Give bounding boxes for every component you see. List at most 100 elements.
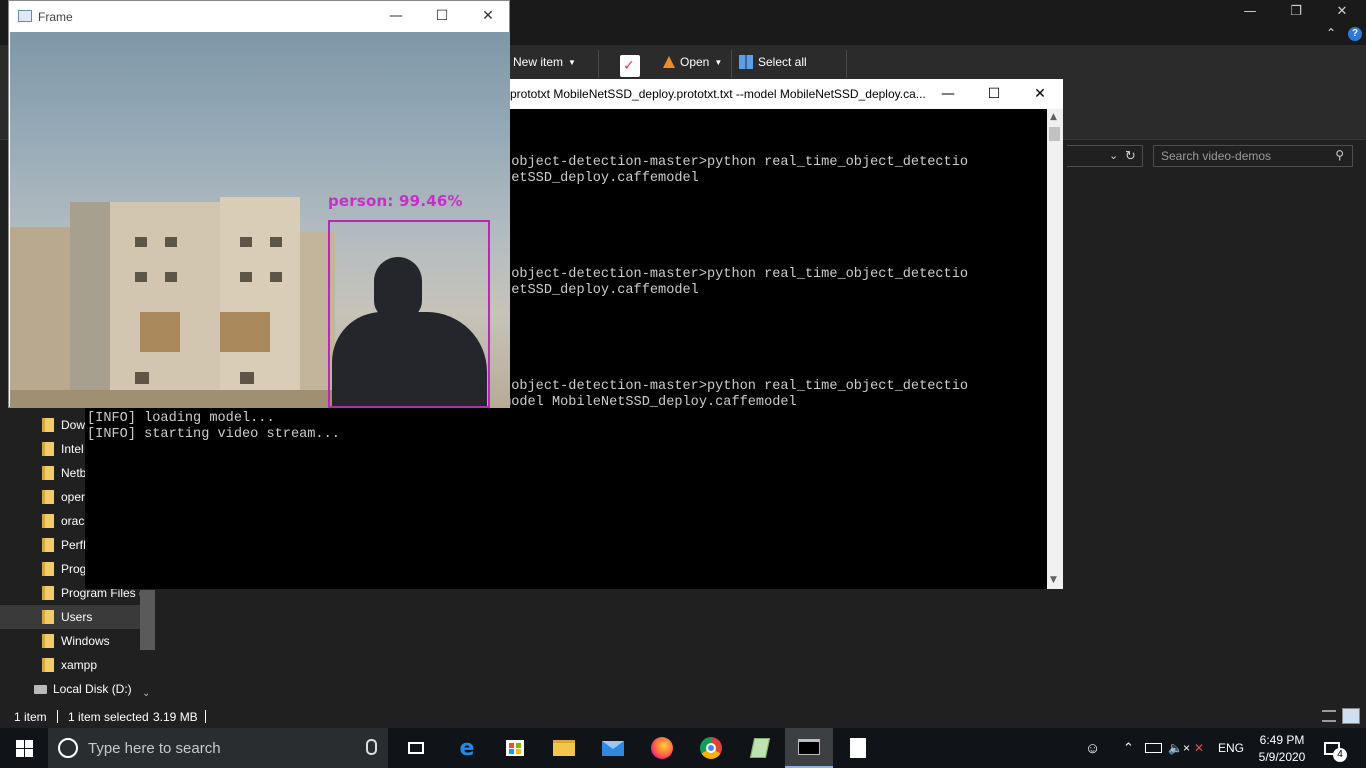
nav-item[interactable]: Local Disk (D:) [0, 677, 140, 701]
window [240, 272, 252, 282]
console-title: prototxt MobileNetSSD_deploy.prototxt.tx… [510, 87, 926, 101]
microphone-icon[interactable] [366, 739, 377, 755]
window [135, 237, 147, 247]
collapse-ribbon-icon[interactable]: ⌃ [1326, 26, 1336, 40]
folder-icon [42, 418, 54, 432]
new-item-button[interactable]: New item ▼ [513, 51, 576, 73]
nav-item[interactable]: xampp [0, 653, 140, 677]
people-icon[interactable]: ☺ [1085, 728, 1100, 768]
window [240, 372, 254, 384]
notepadpp-icon[interactable] [736, 728, 784, 768]
status-divider [205, 710, 206, 723]
nav-item[interactable]: Users [0, 605, 140, 629]
nav-item-label: Local Disk (D:) [53, 682, 132, 696]
explorer-restore-button[interactable]: ❐ [1273, 0, 1319, 23]
console-maximize-button[interactable]: ☐ [971, 79, 1017, 109]
scroll-up-icon[interactable]: ▲ [1050, 112, 1057, 122]
selection-size: 3.19 MB [153, 710, 198, 724]
document-icon[interactable] [834, 728, 882, 768]
details-view-icon[interactable] [1322, 710, 1336, 722]
open-button[interactable]: Open ▼ [663, 51, 722, 73]
nav-item-label: Dow [61, 418, 86, 432]
task-view-icon[interactable] [392, 728, 440, 768]
search-input[interactable]: Search video-demos ⚲ [1153, 145, 1353, 167]
folder-icon [42, 490, 54, 504]
chevron-down-icon[interactable]: ⌄ [1109, 149, 1118, 162]
folder-icon [42, 634, 54, 648]
building [70, 202, 110, 408]
ribbon-divider [598, 50, 599, 78]
frame-window[interactable]: Frame — ☐ ✕ person: 99.46% [8, 0, 510, 408]
video-stream: person: 99.46% [10, 32, 510, 408]
frame-minimize-button[interactable]: — [373, 1, 419, 31]
console-scrollbar[interactable]: ▲ ▼ [1047, 109, 1063, 589]
status-divider [57, 710, 58, 723]
address-bar[interactable]: ⌄ ↻ [1067, 145, 1143, 167]
folder-icon [42, 610, 54, 624]
battery-icon[interactable] [1145, 728, 1162, 768]
clock-time: 6:49 PM [1259, 732, 1305, 747]
building [220, 197, 300, 408]
input-language[interactable]: ENG [1218, 728, 1244, 768]
balcony [140, 312, 180, 352]
select-all-label: Select all [758, 55, 807, 69]
window-app-icon [18, 10, 32, 22]
window [240, 237, 252, 247]
nav-item-label: Users [61, 610, 93, 624]
scroll-down-icon[interactable]: ⌄ [142, 688, 150, 699]
status-bar: 1 item 1 item selected 3.19 MB [0, 705, 1366, 728]
nav-item-label: Intel [61, 442, 84, 456]
clock-date: 5/9/2020 [1258, 749, 1306, 764]
ribbon-divider [731, 50, 732, 78]
edge-icon[interactable]: e [443, 728, 491, 768]
console-scrollbar-thumb[interactable] [1049, 127, 1060, 141]
window [270, 272, 282, 282]
console-line: [INFO] starting video stream... [87, 427, 340, 442]
folder-icon [42, 658, 54, 672]
chevron-down-icon: ▼ [714, 57, 723, 67]
console-line: [INFO] loading model... [87, 411, 275, 426]
folder-icon [42, 442, 54, 456]
notification-badge: 4 [1333, 748, 1347, 762]
windows-logo-icon [15, 739, 33, 757]
explorer-close-button[interactable]: ✕ [1319, 0, 1365, 23]
explorer-minimize-button[interactable]: — [1227, 0, 1273, 23]
show-hidden-icons-icon[interactable]: ⌃ [1123, 728, 1134, 768]
frame-close-button[interactable]: ✕ [465, 1, 511, 31]
window [165, 237, 177, 247]
nav-item-label: xampp [61, 658, 98, 672]
item-count: 1 item [14, 710, 47, 724]
large-icons-view-icon[interactable] [1342, 708, 1360, 724]
volume-muted-icon[interactable]: 🔈× [1168, 728, 1190, 768]
console-close-button[interactable]: ✕ [1017, 79, 1063, 109]
command-prompt-icon[interactable] [785, 728, 833, 768]
action-center-icon[interactable]: 4 [1324, 728, 1347, 768]
firefox-icon[interactable] [638, 728, 686, 768]
balcony [220, 312, 270, 352]
properties-icon[interactable]: ✓ [620, 55, 640, 77]
chrome-icon[interactable] [687, 728, 735, 768]
nav-item[interactable]: Windows [0, 629, 140, 653]
detection-label: person: 99.46% [328, 192, 463, 210]
console-minimize-button[interactable]: — [925, 79, 971, 109]
taskbar-search-input[interactable]: Type here to search [48, 728, 388, 768]
mail-icon[interactable] [589, 728, 637, 768]
frame-maximize-button[interactable]: ☐ [419, 1, 465, 31]
nav-item-label: oracl [61, 514, 88, 528]
nav-scrollbar-thumb[interactable] [140, 590, 155, 650]
building [110, 202, 220, 408]
refresh-icon[interactable]: ↻ [1125, 148, 1136, 164]
scroll-down-icon[interactable]: ▼ [1050, 575, 1057, 585]
store-icon[interactable] [491, 728, 539, 768]
frame-title: Frame [38, 10, 73, 24]
network-disconnected-icon[interactable]: ✕ [1194, 728, 1204, 768]
help-icon[interactable]: ? [1348, 27, 1362, 41]
frame-titlebar[interactable]: Frame — ☐ ✕ [9, 1, 509, 31]
select-all-button[interactable]: Select all [739, 51, 807, 73]
start-button[interactable] [0, 728, 48, 768]
file-explorer-icon[interactable] [540, 728, 588, 768]
nav-item-label: Netb [61, 466, 87, 480]
select-all-icon [739, 55, 753, 69]
clock[interactable]: 6:49 PM 5/9/2020 [1252, 728, 1312, 768]
language-label: ENG [1218, 741, 1245, 755]
